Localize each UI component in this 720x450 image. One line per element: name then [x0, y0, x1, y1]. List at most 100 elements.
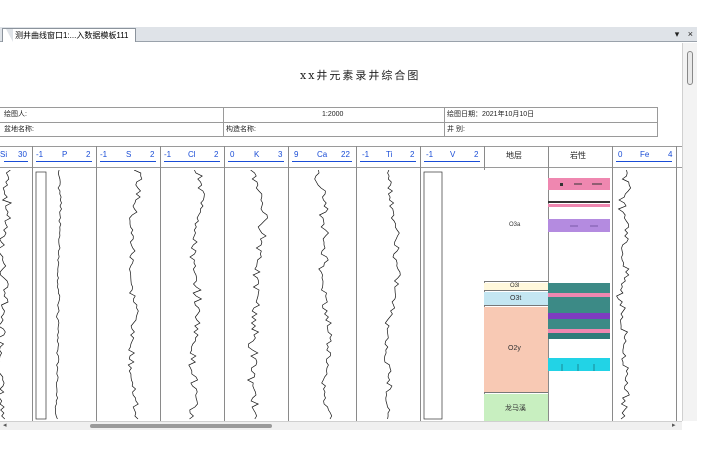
track-header-v[interactable]: -1 V 2: [420, 147, 484, 168]
formation-label: 龙马溪: [505, 405, 526, 412]
curve-p-box: [35, 171, 47, 420]
track-name: Si: [0, 150, 8, 159]
vertical-scroll-thumb[interactable]: [687, 51, 693, 85]
lithology-band-purple: [548, 219, 610, 232]
formation-label: O2y: [508, 345, 521, 352]
track-scale-line: [164, 161, 220, 162]
track-max: 2: [214, 150, 219, 159]
formation-longmaxi[interactable]: 龙马溪: [484, 394, 548, 421]
formation-label: O3t: [510, 295, 522, 302]
track-scale-line: [4, 161, 28, 162]
track-min: -1: [362, 150, 370, 159]
track-header-si[interactable]: Si 30: [0, 147, 32, 168]
track-name: S: [126, 150, 132, 159]
info-divider: [444, 123, 445, 137]
tab-controls: ▾ ×: [669, 27, 693, 41]
track-header-lithology[interactable]: 岩性: [548, 147, 612, 168]
date-field: 绘图日期：2021年10月10日: [447, 111, 535, 118]
track-max: 4: [668, 150, 673, 159]
lithology-band-teal: [548, 283, 610, 293]
track-header-ca[interactable]: 9 Ca 22: [288, 147, 356, 168]
track-scale-line: [36, 161, 92, 162]
horizontal-scroll-thumb[interactable]: [90, 424, 272, 428]
track-scale-line: [228, 161, 284, 162]
info-divider: [444, 108, 445, 122]
vertical-scrollbar[interactable]: [682, 43, 697, 421]
formation-o2y[interactable]: O2y: [484, 307, 548, 393]
horizontal-scrollbar[interactable]: ◂ ▸: [0, 421, 682, 430]
track-header-fe[interactable]: 0 Fe 4: [612, 147, 676, 168]
chevron-down-icon[interactable]: ▾: [675, 27, 680, 41]
track-min: -1: [426, 150, 434, 159]
track-max: 2: [86, 150, 91, 159]
well-type-field: 井 别:: [447, 126, 465, 133]
curve-s: [127, 170, 143, 420]
info-divider: [223, 108, 224, 122]
track-min: -1: [100, 150, 108, 159]
track-max: 3: [278, 150, 283, 159]
lithology-band-pink-thin: [548, 204, 610, 207]
scroll-right-icon[interactable]: ▸: [672, 422, 676, 430]
track-header-s[interactable]: -1 S 2: [96, 147, 160, 168]
close-icon[interactable]: ×: [688, 27, 693, 41]
lithology-band-teal: [548, 333, 610, 339]
info-divider: [223, 123, 224, 137]
formation-o3a[interactable]: O3a: [484, 170, 548, 282]
track-header-cl[interactable]: -1 Cl 2: [160, 147, 224, 168]
track-scale-line: [292, 161, 352, 162]
log-document: xx井元素录井综合图 绘图人: 1:2000 绘图日期：2021年10月10日 …: [0, 43, 682, 421]
lithology-band-pink: [548, 293, 610, 297]
formation-o3t[interactable]: O3t: [484, 292, 548, 306]
formation-label: O3a: [509, 222, 521, 228]
basin-field: 盆地名称:: [4, 126, 34, 133]
chart-title: xx井元素录井综合图: [300, 69, 421, 82]
track-min: -1: [36, 150, 44, 159]
track-scale-line: [616, 161, 672, 162]
tab-notch: [6, 29, 13, 42]
track-scale-line: [360, 161, 416, 162]
track-name: Ti: [386, 150, 393, 159]
curve-ti: [384, 170, 401, 420]
curve-k: [246, 170, 268, 420]
lithology-band-dark: [548, 201, 610, 203]
curve-cl: [188, 170, 205, 420]
curve-p: [54, 170, 62, 420]
scroll-left-icon[interactable]: ◂: [3, 422, 7, 430]
lithology-band-purple: [548, 313, 610, 319]
formation-header-label: 地层: [506, 151, 522, 160]
track-header-formation[interactable]: 地层: [484, 147, 548, 168]
info-row-1: 绘图人: 1:2000 绘图日期：2021年10月10日: [0, 107, 658, 122]
lithology-band-cyan: [548, 358, 610, 371]
structure-field: 构造名称:: [226, 126, 256, 133]
track-max: 30: [18, 150, 27, 159]
scale-field: 1:2000: [322, 111, 344, 118]
tab-strip: 测井曲线窗口1:...入数据模板111 ▾ ×: [0, 27, 697, 42]
curve-si: [0, 170, 13, 420]
log-window: 测井曲线窗口1:...入数据模板111 ▾ × xx井元素录井综合图 绘图人: …: [0, 0, 720, 450]
track-name: Fe: [640, 150, 650, 159]
curve-fe: [616, 170, 632, 420]
lithology-band-teal: [548, 319, 610, 329]
tab-log-window-1[interactable]: 测井曲线窗口1:...入数据模板111: [2, 28, 136, 42]
track-name: V: [450, 150, 456, 159]
track-header-k[interactable]: 0 K 3: [224, 147, 288, 168]
drawer-field: 绘图人:: [4, 111, 27, 118]
track-min: -1: [164, 150, 172, 159]
track-header: Si 30 -1 P 2 -1 S 2 -1 Cl 2 0 K 3 9 Ca 2…: [0, 146, 682, 168]
track-scale-line: [424, 161, 480, 162]
tab-label: 测井曲线窗口1:...入数据模板111: [15, 31, 129, 40]
formation-o3l[interactable]: O3l: [484, 283, 548, 291]
info-row-2: 盆地名称: 构造名称: 井 别:: [0, 122, 658, 137]
track-header-ti[interactable]: -1 Ti 2: [356, 147, 420, 168]
track-name: P: [62, 150, 68, 159]
lithology-band-teal: [548, 297, 610, 313]
log-tracks: O3a O3l O3t O2y 龙马溪: [0, 170, 682, 421]
formation-label: O3l: [510, 283, 520, 289]
track-scale-line: [100, 161, 156, 162]
track-min: 9: [294, 150, 299, 159]
track-min: 0: [618, 150, 623, 159]
track-header-p[interactable]: -1 P 2: [32, 147, 96, 168]
formation-column: O3a O3l O3t O2y 龙马溪: [484, 170, 548, 421]
curve-ca: [314, 170, 333, 420]
track-max: 2: [410, 150, 415, 159]
